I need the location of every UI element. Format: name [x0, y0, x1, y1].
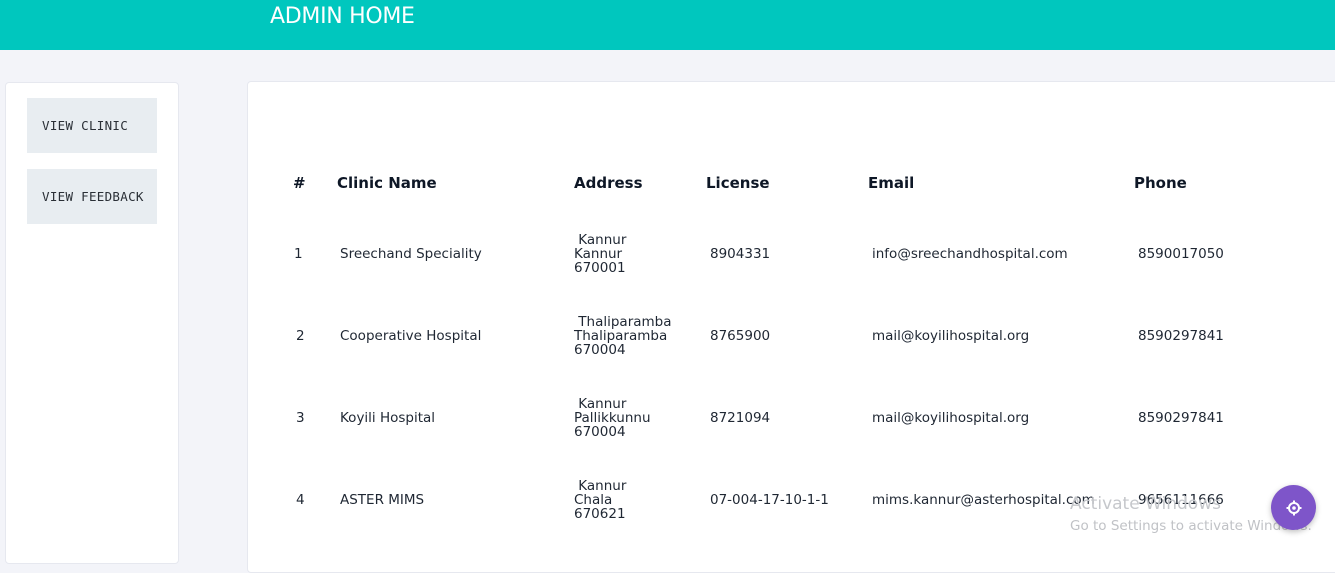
address-pincode: 670621 — [574, 506, 626, 522]
clinic-address: Kannur Pallikkunnu 670004 — [574, 397, 651, 439]
row-number: 3 — [296, 410, 305, 426]
license-number: 8765900 — [710, 328, 771, 344]
clinic-address: Kannur Kannur 670001 — [574, 233, 626, 275]
top-header-bar: ADMIN HOME — [0, 0, 1335, 50]
column-header-clinic-name: Clinic Name — [337, 174, 437, 192]
address-line-2: Thaliparamba — [574, 328, 668, 344]
row-number: 1 — [294, 246, 303, 262]
phone-value: 8590297841 — [1138, 410, 1224, 426]
column-header-number: # — [293, 174, 306, 192]
view-clinic-button[interactable]: VIEW CLINIC — [27, 98, 157, 153]
clinic-name: ASTER MIMS — [340, 492, 425, 508]
address-pincode: 670004 — [574, 424, 626, 440]
column-header-phone: Phone — [1134, 174, 1187, 192]
column-header-email: Email — [868, 174, 915, 192]
phone-value: 8590297841 — [1138, 328, 1224, 344]
license-number: 07-004-17-10-1-1 — [710, 492, 829, 508]
address-line-1: Kannur — [574, 232, 627, 248]
sidebar: VIEW CLINIC VIEW FEEDBACK — [5, 82, 179, 564]
gear-icon — [1286, 500, 1301, 515]
activate-windows-title: Activate Windows — [1070, 494, 1221, 514]
clinic-address: Thaliparamba Thaliparamba 670004 — [574, 315, 672, 357]
clinic-name: Sreechand Speciality — [340, 246, 482, 262]
address-pincode: 670004 — [574, 342, 626, 358]
address-pincode: 670001 — [574, 260, 626, 276]
email-value: mims.kannur@asterhospital.com — [872, 492, 1095, 508]
address-line-1: Thaliparamba — [574, 314, 672, 330]
clinic-address: Kannur Chala 670621 — [574, 479, 626, 521]
column-header-address: Address — [574, 174, 643, 192]
row-number: 2 — [296, 328, 305, 344]
clinic-name: Cooperative Hospital — [340, 328, 482, 344]
address-line-2: Kannur — [574, 246, 623, 262]
view-feedback-button[interactable]: VIEW FEEDBACK — [27, 169, 157, 224]
address-line-1: Kannur — [574, 478, 627, 494]
license-number: 8721094 — [710, 410, 771, 426]
clinic-name: Koyili Hospital — [340, 410, 436, 426]
address-line-1: Kannur — [574, 396, 627, 412]
license-number: 8904331 — [710, 246, 771, 262]
page-title: ADMIN HOME — [270, 4, 415, 29]
email-value: mail@koyilihospital.org — [872, 328, 1030, 344]
column-header-license: License — [706, 174, 770, 192]
address-line-2: Chala — [574, 492, 613, 508]
address-line-2: Pallikkunnu — [574, 410, 651, 426]
email-value: mail@koyilihospital.org — [872, 410, 1030, 426]
phone-value: 8590017050 — [1138, 246, 1224, 262]
row-number: 4 — [296, 492, 305, 508]
email-value: info@sreechandhospital.com — [872, 246, 1068, 262]
floating-settings-button[interactable] — [1271, 485, 1316, 530]
